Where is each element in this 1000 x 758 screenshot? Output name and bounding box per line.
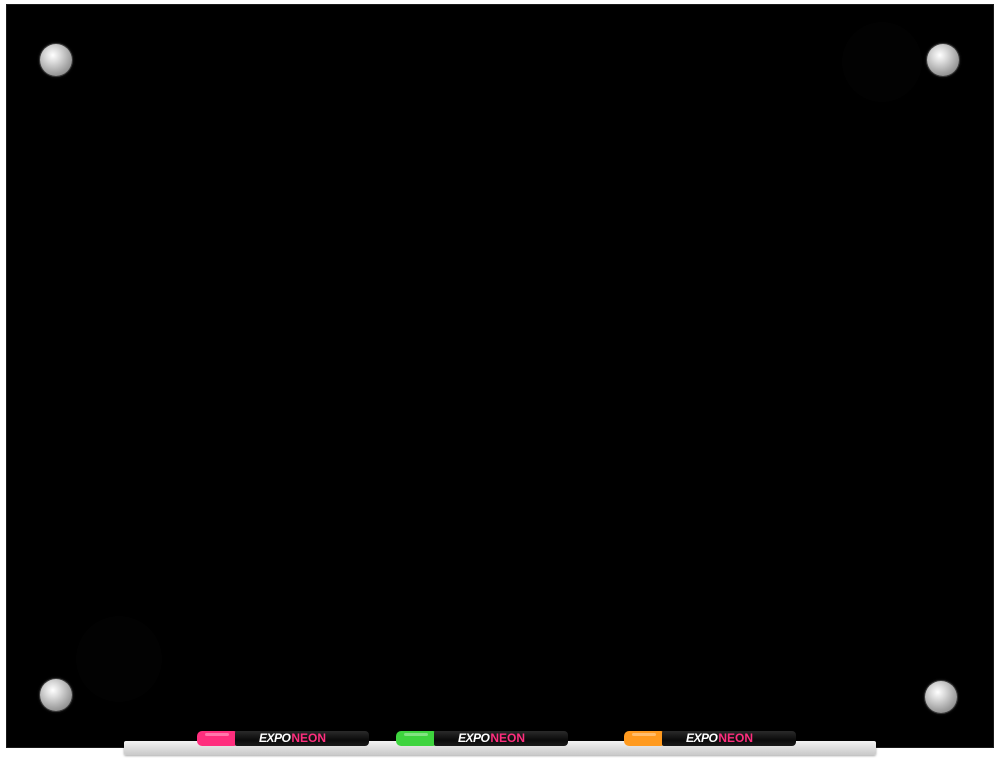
- marker-brand: EXPO: [686, 731, 718, 745]
- marker-cap-pink: [197, 731, 237, 746]
- marker-line: NEON: [291, 731, 327, 745]
- mounting-standoff-bottom-left: [40, 679, 72, 711]
- marker-brand: EXPO: [259, 731, 291, 745]
- board-reflection: [842, 22, 922, 102]
- board-reflection: [76, 616, 162, 702]
- marker-label: EXPONEON: [686, 731, 753, 746]
- marker-cap-orange: [624, 731, 664, 746]
- marker-label: EXPONEON: [259, 731, 326, 746]
- marker-green[interactable]: EXPONEON: [396, 729, 568, 747]
- marker-line: NEON: [718, 731, 754, 745]
- marker-pink[interactable]: EXPONEON: [197, 729, 369, 747]
- marker-brand: EXPO: [458, 731, 490, 745]
- marker-label: EXPONEON: [458, 731, 525, 746]
- marker-line: NEON: [490, 731, 526, 745]
- marker-cap-green: [396, 731, 436, 746]
- mounting-standoff-bottom-right: [925, 681, 957, 713]
- mounting-standoff-top-left: [40, 44, 72, 76]
- glass-dry-erase-board: [6, 4, 994, 748]
- marker-orange[interactable]: EXPONEON: [624, 729, 796, 747]
- mounting-standoff-top-right: [927, 44, 959, 76]
